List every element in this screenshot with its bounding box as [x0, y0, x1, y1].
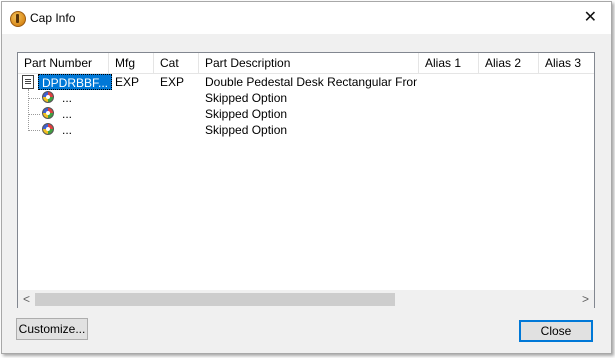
part-number-cell: ...: [62, 123, 73, 137]
column-cat[interactable]: Cat: [154, 53, 199, 73]
cap-info-dialog: Cap Info ✕ Part Number Mfg Cat Part Desc…: [1, 1, 612, 354]
scroll-right-arrow-icon[interactable]: >: [577, 291, 594, 308]
customize-button[interactable]: Customize...: [16, 318, 88, 340]
window-title: Cap Info: [30, 11, 76, 25]
parts-tree-list[interactable]: Part Number Mfg Cat Part Description Ali…: [17, 52, 595, 308]
horizontal-scrollbar[interactable]: < >: [18, 290, 594, 308]
column-alias-2[interactable]: Alias 2: [479, 53, 539, 73]
table-row[interactable]: ... Skipped Option: [18, 122, 594, 138]
column-alias-1[interactable]: Alias 1: [419, 53, 479, 73]
mfg-cell: EXP: [115, 75, 140, 89]
title-bar: Cap Info ✕: [2, 2, 611, 34]
option-ball-icon: [42, 107, 54, 119]
table-row[interactable]: ... Skipped Option: [18, 90, 594, 106]
column-part-number[interactable]: Part Number: [18, 53, 109, 73]
description-cell: Double Pedestal Desk Rectangular Front .…: [205, 75, 417, 89]
close-button[interactable]: Close: [519, 320, 593, 342]
table-row[interactable]: ... Skipped Option: [18, 106, 594, 122]
description-cell: Skipped Option: [205, 107, 288, 121]
table-row[interactable]: DPDRBBF... EXP EXP Double Pedestal Desk …: [18, 74, 594, 90]
close-icon[interactable]: ✕: [584, 8, 597, 28]
part-number-cell: ...: [62, 91, 73, 105]
column-part-description[interactable]: Part Description: [199, 53, 419, 73]
description-cell: Skipped Option: [205, 91, 288, 105]
column-mfg[interactable]: Mfg: [109, 53, 154, 73]
document-icon: [22, 75, 34, 89]
part-number-cell[interactable]: DPDRBBF...: [38, 74, 113, 90]
option-ball-icon: [42, 91, 54, 103]
column-header: Part Number Mfg Cat Part Description Ali…: [18, 53, 594, 74]
cat-cell: EXP: [160, 75, 185, 89]
column-alias-3[interactable]: Alias 3: [539, 53, 594, 73]
scrollbar-thumb[interactable]: [35, 293, 395, 306]
app-icon: [10, 11, 26, 27]
part-number-cell: ...: [62, 107, 73, 121]
description-cell: Skipped Option: [205, 123, 288, 137]
option-ball-icon: [42, 123, 54, 135]
scroll-left-arrow-icon[interactable]: <: [18, 291, 35, 308]
